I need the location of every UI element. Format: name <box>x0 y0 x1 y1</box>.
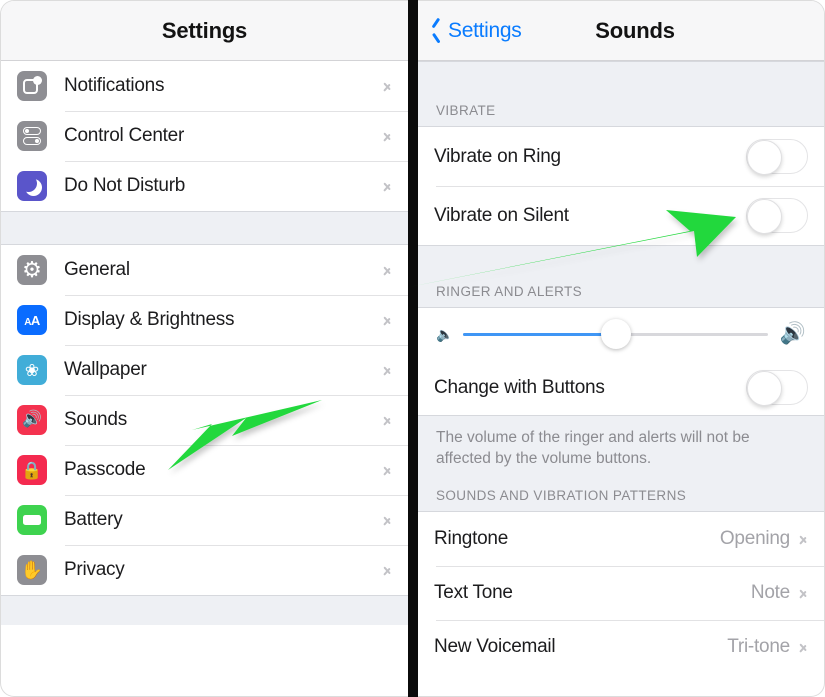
chevron-right-icon <box>383 362 392 378</box>
panel-divider <box>408 0 418 697</box>
section-header-sounds-and-vibration-patterns: SOUNDS AND VIBRATION PATTERNS <box>418 469 824 512</box>
sidebar-item-general[interactable]: ⚙ General <box>1 245 408 295</box>
sidebar-item-display-brightness[interactable]: AA Display & Brightness <box>1 295 408 345</box>
screenshot-root: Settings Notifications Control Center Do… <box>0 0 825 697</box>
ringer-volume-slider[interactable] <box>463 319 768 349</box>
battery-icon <box>17 505 47 535</box>
sidebar-item-label: Passcode <box>64 459 146 480</box>
speaker-high-icon: 🔊 <box>779 322 806 345</box>
row-label: Change with Buttons <box>434 376 605 398</box>
chevron-right-icon <box>799 531 808 547</box>
section-header-label: VIBRATE <box>436 103 496 118</box>
speaker-low-icon: 🔈 <box>436 325 454 342</box>
chevron-right-icon <box>383 462 392 478</box>
chevron-right-icon <box>383 178 392 194</box>
row-label: Vibrate on Ring <box>434 145 561 167</box>
sidebar-item-label: Control Center <box>64 125 185 146</box>
row-vibrate-on-ring[interactable]: Vibrate on Ring <box>418 127 824 186</box>
row-value: Tri-tone <box>727 635 790 657</box>
row-label: New Voicemail <box>434 635 556 657</box>
hand-icon: ✋ <box>17 555 47 585</box>
slider-handle[interactable] <box>600 319 631 349</box>
sidebar-item-passcode[interactable]: 🔒 Passcode <box>1 445 408 495</box>
chevron-right-icon <box>383 78 392 94</box>
sidebar-item-sounds[interactable]: 🔊 Sounds <box>1 395 408 445</box>
back-button[interactable]: Settings <box>430 18 522 43</box>
row-change-with-buttons[interactable]: Change with Buttons <box>418 360 824 415</box>
back-button-label: Settings <box>448 18 522 42</box>
vibrate-on-silent-toggle[interactable] <box>746 198 808 234</box>
row-value: Opening <box>719 527 790 549</box>
chevron-right-icon <box>383 512 392 528</box>
flower-icon: ❀ <box>17 355 47 385</box>
text-size-icon: AA <box>17 305 47 335</box>
group-separator <box>1 211 408 245</box>
list-bottom-spacer <box>1 595 408 625</box>
chevron-right-icon <box>799 639 808 655</box>
sidebar-item-label: Display & Brightness <box>64 309 235 330</box>
chevron-right-icon <box>383 562 392 578</box>
ringer-footer-note: The volume of the ringer and alerts will… <box>418 415 824 470</box>
settings-group-1: Notifications Control Center Do Not Dist… <box>1 61 408 211</box>
sidebar-item-label: Battery <box>64 509 123 530</box>
chevron-right-icon <box>383 128 392 144</box>
left-navbar: Settings <box>1 1 408 61</box>
row-value: Note <box>750 581 790 603</box>
lock-icon: 🔒 <box>17 455 47 485</box>
sidebar-item-control-center[interactable]: Control Center <box>1 111 408 161</box>
settings-list-panel: Settings Notifications Control Center Do… <box>0 0 408 697</box>
chevron-left-icon <box>430 20 443 42</box>
sidebar-item-label: Notifications <box>64 75 165 96</box>
row-ringtone[interactable]: Ringtone Opening <box>418 511 824 566</box>
speaker-icon: 🔊 <box>17 405 47 435</box>
sidebar-item-label: Wallpaper <box>64 359 147 380</box>
sidebar-item-label: Privacy <box>64 559 125 580</box>
row-new-voicemail[interactable]: New Voicemail Tri-tone <box>418 619 824 674</box>
change-with-buttons-toggle[interactable] <box>746 370 808 406</box>
row-label: Vibrate on Silent <box>434 204 569 226</box>
chevron-right-icon <box>383 262 392 278</box>
sounds-detail-panel: Settings Sounds VIBRATE Vibrate on Ring … <box>418 0 825 697</box>
vibrate-on-ring-toggle[interactable] <box>746 139 808 175</box>
control-center-icon <box>17 121 47 151</box>
row-label: Text Tone <box>434 581 513 603</box>
section-header-vibrate: VIBRATE <box>418 61 824 127</box>
settings-group-2: ⚙ General AA Display & Brightness ❀ Wall… <box>1 245 408 595</box>
page-title: Settings <box>161 17 248 43</box>
sidebar-item-label: General <box>64 259 130 280</box>
sidebar-item-notifications[interactable]: Notifications <box>1 61 408 111</box>
sidebar-item-battery[interactable]: Battery <box>1 495 408 545</box>
sidebar-item-label: Sounds <box>64 409 127 430</box>
sidebar-item-wallpaper[interactable]: ❀ Wallpaper <box>1 345 408 395</box>
row-text-tone[interactable]: Text Tone Note <box>418 565 824 620</box>
row-label: Ringtone <box>434 527 509 549</box>
sidebar-item-label: Do Not Disturb <box>64 175 186 196</box>
chevron-right-icon <box>383 312 392 328</box>
section-header-ringer-and-alerts: RINGER AND ALERTS <box>418 245 824 308</box>
section-header-label: SOUNDS AND VIBRATION PATTERNS <box>436 487 687 503</box>
chevron-right-icon <box>799 585 808 601</box>
section-header-label: RINGER AND ALERTS <box>436 284 583 299</box>
notifications-icon <box>17 71 47 101</box>
sidebar-item-do-not-disturb[interactable]: Do Not Disturb <box>1 161 408 211</box>
moon-icon <box>17 171 47 201</box>
right-navbar: Settings Sounds <box>418 1 824 61</box>
ringer-volume-row[interactable]: 🔈 🔊 <box>418 308 824 360</box>
sidebar-item-privacy[interactable]: ✋ Privacy <box>1 545 408 595</box>
gear-icon: ⚙ <box>17 255 47 285</box>
row-vibrate-on-silent[interactable]: Vibrate on Silent <box>418 186 824 245</box>
chevron-right-icon <box>383 412 392 428</box>
